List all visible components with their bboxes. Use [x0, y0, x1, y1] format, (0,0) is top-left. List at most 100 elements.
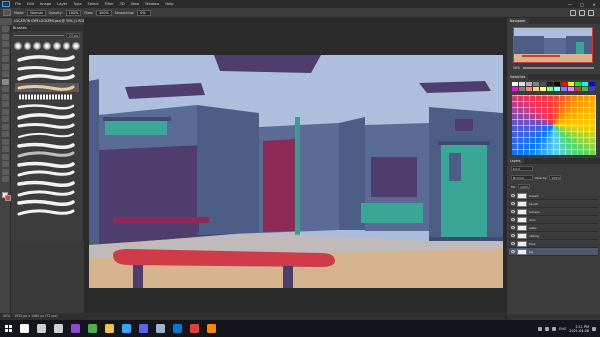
close-button[interactable]: ✕	[588, 2, 600, 7]
recent-brush-preset[interactable]	[52, 42, 61, 50]
quick-select-tool-icon[interactable]	[2, 48, 9, 55]
eraser-tool-icon[interactable]	[2, 101, 9, 108]
brush-stroke-item[interactable]	[15, 92, 79, 102]
color-swatch[interactable]	[575, 87, 581, 91]
color-swatch[interactable]	[561, 87, 567, 91]
recent-brush-preset[interactable]	[43, 42, 51, 50]
eye-icon[interactable]	[511, 242, 515, 245]
color-swatch[interactable]	[575, 82, 581, 86]
recent-brush-preset[interactable]	[33, 42, 42, 50]
color-swatch[interactable]	[568, 87, 574, 91]
menu-file[interactable]: File	[12, 2, 24, 6]
menu-type[interactable]: Type	[70, 2, 84, 6]
brush-stroke-item[interactable]	[15, 64, 79, 74]
document-canvas[interactable]	[89, 55, 503, 288]
hand-tool-icon[interactable]	[2, 161, 9, 168]
brush-stroke-item[interactable]	[15, 121, 79, 131]
color-swatch[interactable]	[582, 82, 588, 86]
network-icon[interactable]	[544, 326, 549, 331]
brush-tool-preset-icon[interactable]	[3, 9, 11, 16]
color-swatch[interactable]	[519, 87, 525, 91]
recent-brush-preset[interactable]	[14, 42, 22, 50]
color-swatch[interactable]	[568, 82, 574, 86]
color-swatch[interactable]	[526, 87, 532, 91]
brush-stroke-item[interactable]	[15, 188, 79, 198]
navigator-preview[interactable]	[513, 27, 593, 63]
layer-row[interactable]: walls	[509, 224, 598, 232]
eye-icon[interactable]	[511, 250, 515, 253]
recent-brush-preset[interactable]	[62, 42, 71, 50]
vlc-icon[interactable]	[207, 324, 216, 333]
stamp-tool-icon[interactable]	[2, 86, 9, 93]
color-swatch[interactable]	[547, 82, 553, 86]
menu-select[interactable]: Select	[85, 2, 102, 6]
tab-swatches[interactable]: Swatches	[507, 74, 529, 80]
layer-kind-filter[interactable]: Kind	[511, 166, 533, 171]
color-swatches[interactable]	[2, 192, 11, 204]
file-explorer-icon[interactable]	[105, 324, 114, 333]
color-swatch[interactable]	[554, 87, 560, 91]
brush-stroke-item[interactable]	[15, 131, 79, 141]
marquee-tool-icon[interactable]	[2, 33, 9, 40]
crop-tool-icon[interactable]	[2, 56, 9, 63]
language-indicator[interactable]: ENG	[559, 327, 566, 331]
brush-size-slider[interactable]	[14, 34, 64, 37]
shape-tool-icon[interactable]	[2, 153, 9, 160]
brush-stroke-item[interactable]	[15, 160, 79, 170]
lasso-tool-icon[interactable]	[2, 41, 9, 48]
recent-brush-preset[interactable]	[23, 42, 32, 50]
brush-stroke-item-selected[interactable]	[15, 82, 79, 93]
maximize-button[interactable]: □	[576, 2, 588, 7]
move-tool-icon[interactable]	[2, 26, 9, 33]
gradient-tool-icon[interactable]	[2, 108, 9, 115]
brush-stroke-item[interactable]	[15, 208, 79, 218]
pen-tool-icon[interactable]	[2, 131, 9, 138]
menu-3d[interactable]: 3D	[117, 2, 128, 6]
color-swatch[interactable]	[589, 82, 595, 86]
menu-layer[interactable]: Layer	[54, 2, 70, 6]
healing-tool-icon[interactable]	[2, 71, 9, 78]
notification-icon[interactable]	[592, 326, 596, 331]
color-swatch[interactable]	[533, 87, 539, 91]
color-swatch[interactable]	[547, 87, 553, 91]
brush-stroke-item[interactable]	[15, 140, 79, 150]
color-swatch[interactable]	[512, 87, 518, 91]
color-swatch[interactable]	[519, 82, 525, 86]
eye-icon[interactable]	[511, 218, 515, 221]
brush-tool-icon[interactable]	[2, 78, 9, 85]
document-tab[interactable]: LOCATION GYM LOCKERS.psd @ 50% (1 RGB/8*…	[12, 18, 84, 25]
brush-stroke-item[interactable]	[15, 150, 79, 160]
eye-icon[interactable]	[511, 202, 515, 205]
blend-mode-select[interactable]: Normal	[511, 175, 533, 180]
layer-row[interactable]: lockers	[509, 208, 598, 216]
color-swatch[interactable]	[540, 82, 546, 86]
brush-stroke-item[interactable]	[15, 102, 79, 112]
layer-row-selected[interactable]: bg	[509, 248, 598, 256]
color-swatch[interactable]	[561, 82, 567, 86]
workspace-icon[interactable]	[579, 9, 585, 16]
brush-stroke-item[interactable]	[15, 179, 79, 189]
color-swatch[interactable]	[526, 82, 532, 86]
color-swatch[interactable]	[533, 82, 539, 86]
color-swatch[interactable]	[589, 87, 595, 91]
recent-brush-preset[interactable]	[72, 42, 81, 50]
search-icon[interactable]	[20, 324, 29, 333]
layer-opacity-field[interactable]: 100%	[549, 175, 562, 180]
layer-row[interactable]: lineart	[509, 192, 598, 200]
app-red-icon[interactable]	[190, 324, 199, 333]
mail-icon[interactable]	[173, 324, 182, 333]
opacity-field[interactable]: 100%	[65, 9, 82, 16]
obs-icon[interactable]	[54, 324, 63, 333]
menu-edit[interactable]: Edit	[24, 2, 37, 6]
chrome-icon[interactable]	[88, 324, 97, 333]
menu-help[interactable]: Help	[162, 2, 176, 6]
path-select-tool-icon[interactable]	[2, 146, 9, 153]
clock[interactable]: 2:11 PM 2021-04-08	[569, 325, 589, 333]
history-brush-tool-icon[interactable]	[2, 93, 9, 100]
menu-window[interactable]: Window	[142, 2, 162, 6]
layer-row[interactable]: floor	[509, 240, 598, 248]
start-button[interactable]	[0, 320, 16, 337]
status-zoom[interactable]: 50%	[3, 314, 10, 318]
mode-select[interactable]: Normal	[27, 9, 46, 16]
more-tools-icon[interactable]	[2, 175, 9, 183]
